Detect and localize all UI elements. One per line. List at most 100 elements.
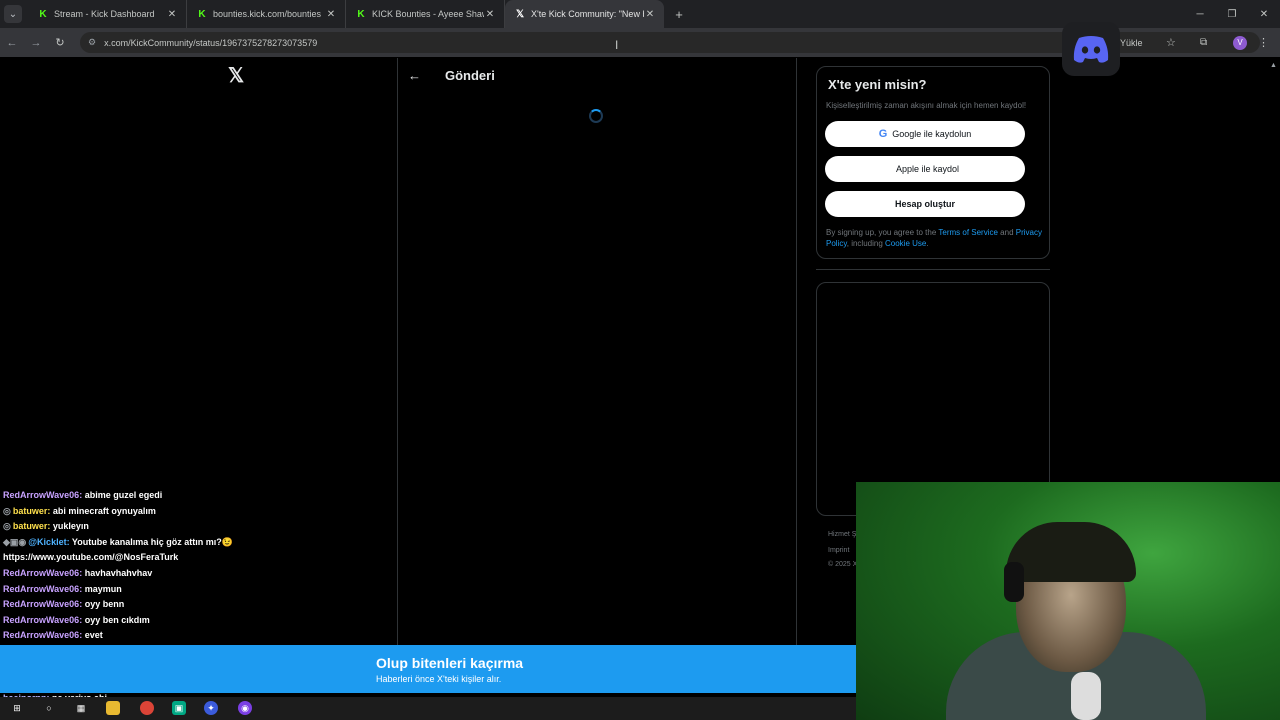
os-taskbar <box>0 697 856 720</box>
file-explorer-icon[interactable] <box>106 701 120 715</box>
chat-text: Youtube kanalımа hiç göz attın mı?😉 <box>69 536 233 547</box>
restore-icon[interactable]: ❐ <box>1216 0 1248 28</box>
task-view-icon[interactable]: ▦ <box>74 701 88 715</box>
chat-message: RedArrowWave06: oyy benn <box>3 597 373 613</box>
chat-badge-icon: ◎ <box>3 521 11 532</box>
back-arrow-icon[interactable]: ← <box>408 68 421 83</box>
forward-icon[interactable]: → <box>24 37 48 49</box>
terms-of-service-link[interactable]: Terms of Service <box>938 228 998 237</box>
kebab-menu-icon[interactable]: ⋮ <box>1258 36 1269 49</box>
app-icon[interactable]: ▣ <box>172 701 186 715</box>
window-controls: ─ ❐ ✕ <box>1184 0 1280 28</box>
signup-card: X'te yeni misin? Kişiselleştirilmiş zama… <box>816 66 1050 259</box>
tab-kick-dashboard[interactable]: K Stream - Kick Dashboard ✕ <box>28 0 187 28</box>
install-button[interactable]: Yükle <box>1120 38 1143 48</box>
tab-search-icon[interactable]: ⌄ <box>4 5 22 23</box>
kick-icon: K <box>39 8 47 20</box>
terms-prefix: By signing up, you agree to the <box>826 228 939 237</box>
banner-title: Olup bitenleri kaçırma <box>376 655 524 671</box>
google-signup-button[interactable]: G Google ile kaydolun <box>825 121 1025 147</box>
signup-subtitle: Kişiselleştirilmiş zaman akışını almak i… <box>826 101 1027 110</box>
scroll-up-icon[interactable]: ▲ <box>1270 62 1277 69</box>
chat-message: RedArrowWave06: evet <box>3 628 373 644</box>
minimize-icon[interactable]: ─ <box>1184 0 1216 28</box>
terms-and: and <box>997 228 1016 237</box>
banner-subtitle: Haberleri önce X'teki kişiler alır. <box>376 674 502 684</box>
tab-title: KICK Bounties - Ayeee Shawty <box>372 9 484 19</box>
chat-username: batuwer: <box>12 505 51 516</box>
windows-start-icon[interactable]: ⊞ <box>10 701 24 715</box>
chat-username: RedArrowWave06: <box>3 490 83 500</box>
reload-icon[interactable]: ↻ <box>48 36 72 49</box>
chrome-icon[interactable] <box>140 701 154 715</box>
apple-signup-button[interactable]: Apple ile kaydol <box>825 156 1025 182</box>
back-icon[interactable]: ← <box>0 37 24 49</box>
kick-icon: K <box>357 8 365 20</box>
webcam-microphone <box>1071 672 1101 720</box>
x-logo-icon[interactable]: 𝕏 <box>226 66 246 86</box>
discord-icon <box>1062 22 1120 76</box>
tab-title: Stream - Kick Dashboard <box>54 9 155 19</box>
close-icon[interactable]: ✕ <box>166 9 178 20</box>
terms-including: , including <box>846 239 885 248</box>
chat-username: @Kicklet: <box>28 536 70 547</box>
bookmark-star-icon[interactable]: ☆ <box>1166 36 1176 49</box>
search-icon[interactable]: ○ <box>42 701 56 715</box>
footer-link-imprint[interactable]: Imprint <box>828 547 849 554</box>
chat-text: yukleyın <box>50 521 89 532</box>
tab-x-kick-community[interactable]: 𝕏 X'te Kick Community: "New bo ✕ <box>505 0 664 28</box>
discord-logo <box>1073 36 1109 63</box>
chat-message: RedArrowWave06: havhavhahvhav <box>3 566 373 582</box>
close-icon[interactable]: ✕ <box>484 9 496 20</box>
tab-bounties[interactable]: K bounties.kick.com/bounties ✕ <box>187 0 346 28</box>
signup-banner[interactable]: Olup bitenleri kaçırma Haberleri önce X'… <box>0 645 856 693</box>
webcam-headphone <box>1004 562 1024 602</box>
tab-kick-bounties[interactable]: K KICK Bounties - Ayeee Shawty ✕ <box>346 0 505 28</box>
column-divider <box>796 58 797 648</box>
create-account-label: Hesap oluştur <box>894 199 955 209</box>
chat-text: https://www.youtube.com/@NosFeraTurk <box>3 552 179 563</box>
window-close-icon[interactable]: ✕ <box>1248 0 1280 28</box>
google-signup-label: Google ile kaydolun <box>892 129 972 139</box>
chat-message: ◎ batuwer: yukleyın <box>3 519 373 535</box>
close-icon[interactable]: ✕ <box>644 9 656 20</box>
google-icon: G <box>878 128 888 140</box>
screen: ⌄ K Stream - Kick Dashboard ✕ K bounties… <box>0 0 1280 720</box>
loading-spinner-icon <box>589 109 603 123</box>
create-account-button[interactable]: Hesap oluştur <box>825 191 1025 217</box>
webcam-hair <box>1006 522 1136 582</box>
site-info-icon[interactable]: ⚙ <box>88 37 96 48</box>
column-divider <box>397 58 398 648</box>
profile-avatar[interactable]: V <box>1233 35 1247 50</box>
footer-link-terms[interactable]: Hizmet Ş <box>828 531 856 538</box>
app-icon[interactable]: ✦ <box>204 701 218 715</box>
chat-username: RedArrowWave06: <box>3 583 83 594</box>
terms-end: . <box>926 239 929 248</box>
text-cursor-icon: I <box>615 38 619 52</box>
extensions-icon[interactable]: ⧉ <box>1200 37 1207 48</box>
new-tab-button[interactable]: + <box>668 7 690 22</box>
cookie-use-link[interactable]: Cookie Use <box>885 239 926 248</box>
tab-title: bounties.kick.com/bounties <box>213 9 322 19</box>
chat-message: RedArrowWave06: maymun <box>3 582 373 598</box>
chat-text: abime guzel egedi <box>82 490 163 500</box>
chat-message: RedArrowWave06: oyy ben cıkdım <box>3 613 373 629</box>
chat-message: RedArrowWave06: abime guzel egedi <box>3 488 373 504</box>
chat-text: oyy benn <box>82 599 125 610</box>
close-icon[interactable]: ✕ <box>325 9 337 20</box>
chat-text: maymun <box>82 583 122 594</box>
x-icon: 𝕏 <box>515 8 525 20</box>
chat-message: ◆▣◉ @Kicklet: Youtube kanalımа hiç göz at… <box>3 535 373 551</box>
url-text[interactable]: x.com/KickCommunity/status/1967375278273… <box>104 38 317 48</box>
page-title: Gönderi <box>445 68 495 83</box>
chat-text: evet <box>82 630 103 641</box>
app-icon[interactable]: ◉ <box>238 701 252 715</box>
chat-text: abi minecraft oynuyalım <box>50 505 156 516</box>
tab-title: X'te Kick Community: "New bo <box>531 9 644 19</box>
chat-username: RedArrowWave06: <box>3 599 83 610</box>
empty-sidebar-card <box>816 282 1050 516</box>
kick-icon: K <box>198 8 206 20</box>
chat-badge-icon: ◎ <box>3 505 11 516</box>
chat-text: oyy ben cıkdım <box>82 614 150 625</box>
chat-message: https://www.youtube.com/@NosFeraTurk <box>3 550 373 566</box>
